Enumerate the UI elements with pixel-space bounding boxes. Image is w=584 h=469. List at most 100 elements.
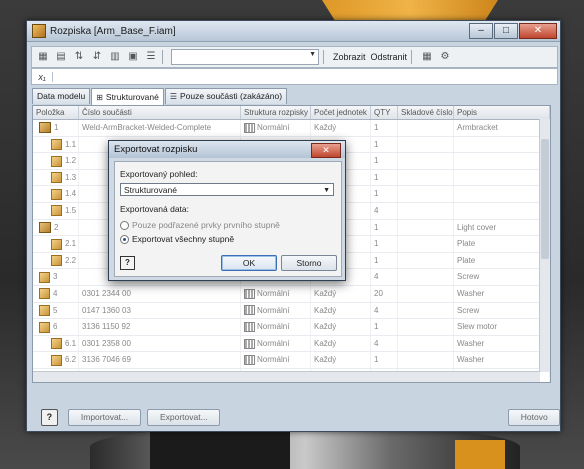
cell-qty[interactable]: 1 bbox=[371, 352, 398, 368]
cell-desc[interactable] bbox=[454, 169, 550, 186]
cell-qty[interactable]: 1 bbox=[371, 236, 398, 252]
minimize-button[interactable]: – bbox=[469, 23, 493, 39]
cell-qty[interactable]: 1 bbox=[371, 136, 398, 153]
cell-struct[interactable]: Normální bbox=[241, 319, 311, 335]
cell-stock[interactable] bbox=[398, 169, 454, 186]
cell-item[interactable]: 6.1 bbox=[33, 335, 79, 352]
cell-desc[interactable]: Light cover bbox=[454, 219, 550, 236]
cell-desc[interactable] bbox=[454, 136, 550, 153]
column-header[interactable]: Položka bbox=[33, 106, 79, 119]
cell-desc[interactable]: Plate bbox=[454, 236, 550, 252]
formula-input[interactable] bbox=[53, 70, 557, 83]
renumber-icon[interactable]: ⇵ bbox=[90, 50, 104, 64]
cell-stock[interactable] bbox=[398, 269, 454, 285]
cell-qty[interactable]: 4 bbox=[371, 269, 398, 285]
cell-qty[interactable]: 1 bbox=[371, 319, 398, 335]
cell-units[interactable]: Každý bbox=[311, 302, 371, 319]
cell-stock[interactable] bbox=[398, 136, 454, 153]
column-header[interactable]: Počet jednotek bbox=[311, 106, 371, 119]
cell-item[interactable]: 2.1 bbox=[33, 236, 79, 252]
cell-desc[interactable]: Screw bbox=[454, 269, 550, 285]
cell-item[interactable]: 6.2 bbox=[33, 352, 79, 368]
zobrazit-button[interactable]: Zobrazit bbox=[333, 52, 366, 62]
dialog-help-button[interactable]: ? bbox=[120, 256, 135, 270]
cell-item[interactable]: 1 bbox=[33, 120, 79, 136]
cell-stock[interactable] bbox=[398, 202, 454, 219]
cell-units[interactable]: Každý bbox=[311, 120, 371, 136]
close-button[interactable]: ✕ bbox=[519, 23, 557, 39]
grid-icon[interactable]: ▥ bbox=[108, 50, 122, 64]
cell-item[interactable]: 1.4 bbox=[33, 186, 79, 202]
cell-units[interactable]: Každý bbox=[311, 319, 371, 335]
column-chooser-icon[interactable]: ▦ bbox=[420, 50, 434, 64]
cell-part[interactable]: Weld-ArmBracket-Welded-Complete bbox=[79, 120, 241, 136]
cell-stock[interactable] bbox=[398, 186, 454, 202]
cell-part[interactable]: 0301 2358 00 bbox=[79, 335, 241, 352]
first-level-radio[interactable]: Pouze podřazené prvky prvního stupně bbox=[120, 220, 280, 230]
table-icon[interactable]: ▦ bbox=[36, 50, 50, 64]
cell-qty[interactable]: 1 bbox=[371, 120, 398, 136]
cell-desc[interactable] bbox=[454, 153, 550, 169]
cell-stock[interactable] bbox=[398, 302, 454, 319]
table-row[interactable]: 6.2 3136 7046 69 Normální Každý 1 Washer bbox=[33, 352, 550, 369]
cell-desc[interactable]: Washer bbox=[454, 352, 550, 368]
cell-item[interactable]: 2 bbox=[33, 219, 79, 236]
cell-desc[interactable] bbox=[454, 186, 550, 202]
table-row[interactable]: 5 0147 1360 03 Normální Každý 4 Screw bbox=[33, 302, 550, 320]
cell-qty[interactable]: 4 bbox=[371, 302, 398, 319]
cell-desc[interactable]: Washer bbox=[454, 335, 550, 352]
cell-qty[interactable]: 1 bbox=[371, 153, 398, 169]
all-levels-radio[interactable]: Exportovat všechny stupně bbox=[120, 234, 234, 244]
done-button[interactable]: Hotovo bbox=[508, 408, 560, 426]
cell-part[interactable]: 0147 1360 03 bbox=[79, 302, 241, 319]
cell-item[interactable]: 1.3 bbox=[33, 169, 79, 186]
tab-parts-only[interactable]: ☰ Pouze součásti (zakázáno) bbox=[164, 88, 288, 104]
column-header[interactable]: Číslo součásti bbox=[79, 106, 241, 119]
sort-icon[interactable]: ⇅ bbox=[72, 50, 86, 64]
column-header[interactable]: QTY bbox=[371, 106, 398, 119]
settings-icon[interactable]: ⚙ bbox=[438, 50, 452, 64]
cell-stock[interactable] bbox=[398, 153, 454, 169]
cell-item[interactable]: 4 bbox=[33, 285, 79, 302]
table-row[interactable]: 6.1 0301 2358 00 Normální Každý 4 Washer bbox=[33, 335, 550, 353]
cell-item[interactable]: 6 bbox=[33, 319, 79, 335]
cell-item[interactable]: 2.2 bbox=[33, 252, 79, 269]
cell-item[interactable]: 1.2 bbox=[33, 153, 79, 169]
cell-part[interactable]: 0301 2344 00 bbox=[79, 285, 241, 302]
help-button[interactable]: ? bbox=[41, 408, 58, 426]
cell-desc[interactable]: Slew motor bbox=[454, 319, 550, 335]
cell-item[interactable]: 1.1 bbox=[33, 136, 79, 153]
cell-stock[interactable] bbox=[398, 335, 454, 352]
view-select[interactable]: ▼ bbox=[171, 49, 319, 65]
cell-desc[interactable]: Armbracket bbox=[454, 120, 550, 136]
cell-qty[interactable]: 1 bbox=[371, 252, 398, 269]
formula-icon[interactable]: x₁ bbox=[32, 71, 53, 82]
export-icon[interactable]: ▣ bbox=[126, 50, 140, 64]
cell-part[interactable]: 3136 1150 92 bbox=[79, 319, 241, 335]
column-header[interactable]: Struktura rozpisky bbox=[241, 106, 311, 119]
cell-stock[interactable] bbox=[398, 285, 454, 302]
cell-units[interactable]: Každý bbox=[311, 335, 371, 352]
column-header[interactable]: Skladové číslo bbox=[398, 106, 454, 119]
cell-qty[interactable]: 1 bbox=[371, 219, 398, 236]
column-header[interactable]: Popis bbox=[454, 106, 550, 119]
cell-struct[interactable]: Normální bbox=[241, 352, 311, 368]
dialog-title[interactable]: Exportovat rozpisku bbox=[109, 141, 345, 158]
cell-qty[interactable]: 4 bbox=[371, 335, 398, 352]
ok-button[interactable]: OK bbox=[221, 255, 277, 271]
cell-struct[interactable]: Normální bbox=[241, 335, 311, 352]
cell-stock[interactable] bbox=[398, 120, 454, 136]
cell-stock[interactable] bbox=[398, 219, 454, 236]
import-button[interactable]: Importovat... bbox=[67, 408, 142, 426]
cell-struct[interactable]: Normální bbox=[241, 120, 311, 136]
horizontal-scrollbar[interactable] bbox=[33, 371, 540, 382]
odstranit-button[interactable]: Odstranit bbox=[371, 52, 408, 62]
cell-part[interactable]: 3136 7046 69 bbox=[79, 352, 241, 368]
cell-stock[interactable] bbox=[398, 352, 454, 368]
export-button[interactable]: Exportovat... bbox=[147, 408, 221, 426]
edit-table-icon[interactable]: ▤ bbox=[54, 50, 68, 64]
table-row[interactable]: 1 Weld-ArmBracket-Welded-Complete Normální… bbox=[33, 120, 550, 137]
cell-qty[interactable]: 4 bbox=[371, 202, 398, 219]
cell-item[interactable]: 1.5 bbox=[33, 202, 79, 219]
cell-qty[interactable]: 1 bbox=[371, 169, 398, 186]
